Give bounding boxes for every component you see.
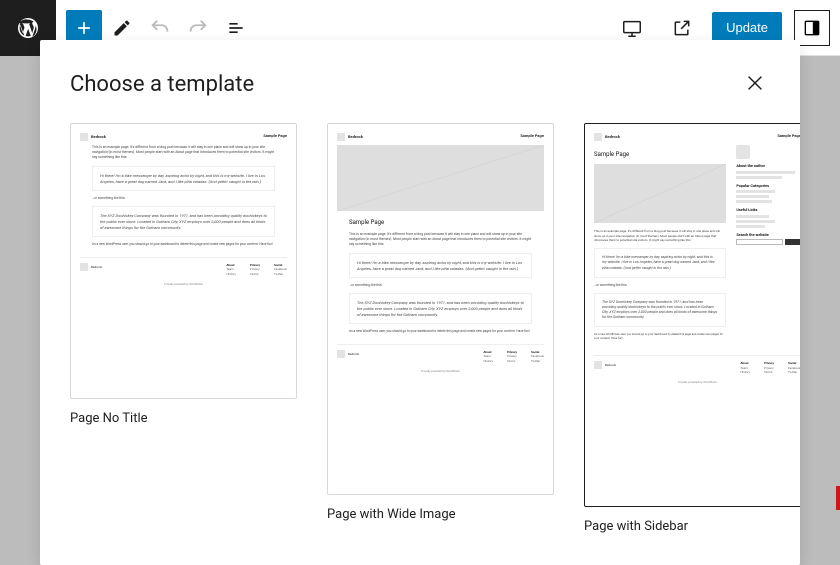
template-label: Page No Title (70, 411, 297, 426)
template-list: BedrockSample Page This is an example pa… (70, 123, 770, 534)
template-option-sidebar[interactable]: BedrockSample Page Sample Page This is a… (584, 123, 800, 534)
close-button[interactable] (740, 68, 770, 101)
template-option-no-title[interactable]: BedrockSample Page This is an example pa… (70, 123, 297, 426)
close-icon (744, 72, 766, 94)
template-modal: Choose a template BedrockSample Page Thi… (40, 40, 800, 565)
modal-title: Choose a template (70, 72, 254, 97)
scroll-indicator (836, 486, 840, 510)
template-label: Page with Sidebar (584, 519, 800, 534)
template-option-wide-image[interactable]: BedrockSample Page Sample Page This is a… (327, 123, 554, 522)
update-button[interactable]: Update (712, 12, 782, 43)
template-label: Page with Wide Image (327, 507, 554, 522)
